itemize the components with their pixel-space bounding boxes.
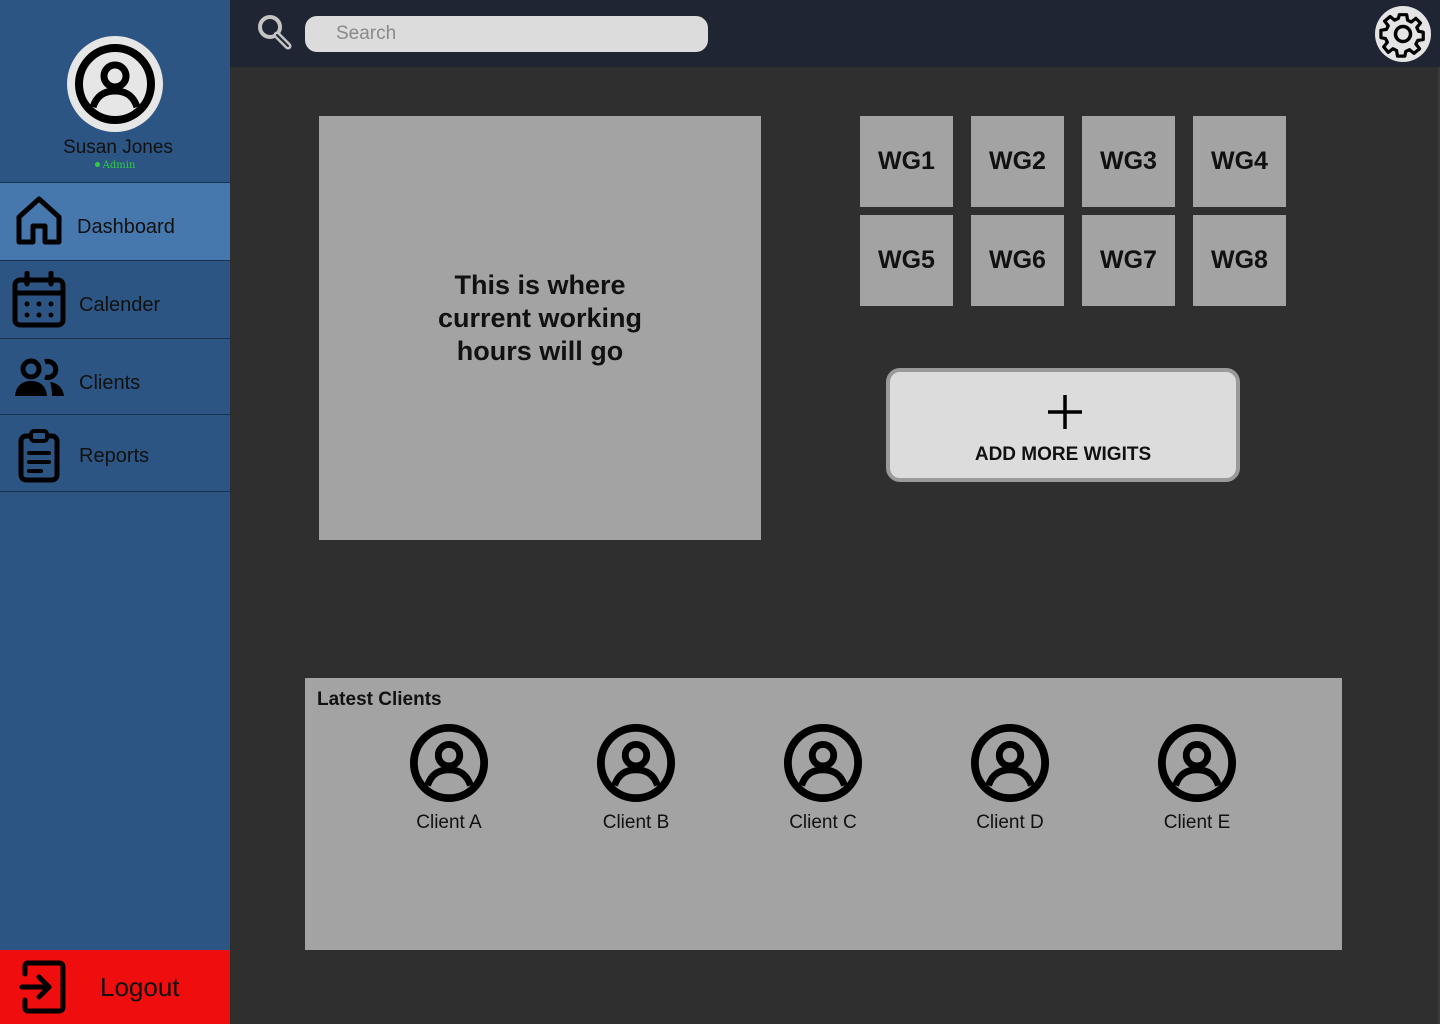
widget-tile[interactable]: WG7 (1082, 215, 1175, 306)
home-icon (16, 196, 62, 245)
working-hours-placeholder: This is where current working hours will… (319, 269, 761, 368)
sidebar-item-calender[interactable]: Calender (0, 260, 230, 339)
sidebar: Susan Jones Admin Dashboard Calender Cli… (0, 0, 230, 1024)
sidebar-item-reports[interactable]: Reports (0, 414, 230, 491)
sidebar-item-dashboard[interactable]: Dashboard (0, 182, 230, 260)
client-name: Client D (976, 812, 1044, 833)
sidebar-item-label: Reports (79, 445, 150, 467)
sidebar-item-label: Calender (79, 294, 161, 316)
sidebar-item-label: Dashboard (77, 216, 175, 238)
client-name: Client E (1163, 812, 1231, 833)
calendar-icon (12, 271, 66, 328)
user-profile: Susan Jones Admin (0, 0, 230, 183)
user-circle-icon (1157, 723, 1237, 803)
sidebar-item-clients[interactable]: Clients (0, 338, 230, 415)
avatar[interactable] (67, 36, 163, 132)
logout-icon (19, 960, 66, 1014)
user-circle-icon (783, 723, 863, 803)
user-circle-icon (596, 723, 676, 803)
widget-tile[interactable]: WG5 (860, 215, 953, 306)
widget-tile[interactable]: WG1 (860, 116, 953, 207)
section-title: Latest Clients (317, 689, 442, 710)
gear-icon (1379, 13, 1425, 58)
clipboard-icon (18, 429, 60, 483)
logout-button[interactable]: Logout (0, 950, 230, 1024)
client-card[interactable]: Client D (950, 723, 1070, 834)
client-card[interactable]: Client B (576, 723, 696, 834)
widget-tile[interactable]: WG2 (971, 116, 1064, 207)
user-circle-icon (75, 44, 155, 124)
user-circle-icon (409, 723, 489, 803)
widget-tile[interactable]: WG8 (1193, 215, 1286, 306)
client-card[interactable]: Client A (389, 723, 509, 834)
client-name: Client C (789, 812, 857, 833)
user-name: Susan Jones (63, 137, 173, 158)
working-hours-panel: This is where current working hours will… (319, 116, 761, 540)
add-widget-label: ADD MORE WIGITS (974, 444, 1152, 465)
settings-button[interactable] (1375, 6, 1431, 62)
plus-icon (1048, 395, 1082, 429)
working-hours-text: This is where current working hours will… (437, 270, 643, 366)
add-widget-button[interactable]: ADD MORE WIGITS (886, 368, 1240, 482)
client-card[interactable]: Client C (763, 723, 883, 834)
divider (0, 491, 230, 492)
widget-tile[interactable]: WG4 (1193, 116, 1286, 207)
latest-clients-panel: Latest Clients Client A Client B Client … (305, 678, 1342, 950)
client-name: Client B (602, 812, 670, 833)
logout-label: Logout (100, 972, 180, 1002)
client-name: Client A (416, 812, 482, 833)
search-input[interactable] (305, 16, 708, 52)
user-role-badge: Admin (0, 160, 230, 171)
status-dot-icon (94, 162, 100, 167)
users-icon (15, 358, 64, 396)
widget-tile[interactable]: WG6 (971, 215, 1064, 306)
user-circle-icon (970, 723, 1050, 803)
user-role-label: Admin (102, 160, 136, 171)
widget-tile[interactable]: WG3 (1082, 116, 1175, 207)
search-icon[interactable] (256, 14, 294, 52)
sidebar-item-label: Clients (79, 372, 141, 394)
client-card[interactable]: Client E (1137, 723, 1257, 834)
